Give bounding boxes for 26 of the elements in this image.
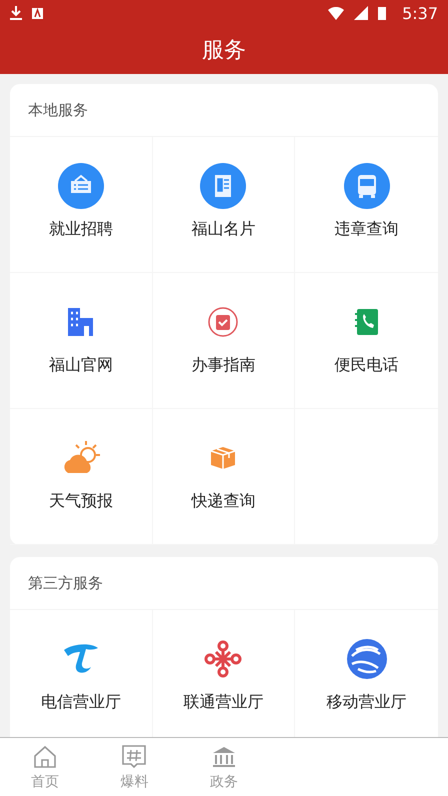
wifi-icon	[328, 6, 344, 20]
service-tile[interactable]: 违章查询	[334, 163, 399, 240]
section-title: 本地服务	[28, 100, 88, 120]
service-tile[interactable]: 天气预报	[48, 435, 113, 512]
battery-icon	[378, 6, 386, 20]
home-icon	[32, 744, 58, 770]
service-tile[interactable]: 就业招聘	[48, 163, 113, 240]
service-tile[interactable]: 便民电话	[334, 299, 399, 376]
newspaper-icon	[200, 163, 246, 209]
signal-icon	[354, 6, 368, 20]
app-notification-icon	[32, 8, 43, 18]
section-title: 第三方服务	[28, 574, 103, 592]
service-tile[interactable]: 快递查询	[191, 435, 256, 512]
bus-icon	[344, 163, 390, 209]
service-tile[interactable]: 联通营业厅	[183, 636, 264, 713]
service-tile[interactable]: 福山名片	[191, 163, 256, 240]
briefcase-icon	[58, 163, 104, 209]
download-icon	[10, 6, 22, 20]
service-tile[interactable]: 电信营业厅	[40, 636, 121, 713]
service-tile[interactable]: 福山官网	[48, 299, 113, 376]
clipboard-check-icon	[206, 305, 240, 339]
service-tile[interactable]: 移动营业厅	[326, 636, 407, 713]
page-title: 服务	[202, 37, 246, 65]
service-tile[interactable]: 办事指南	[191, 299, 256, 376]
hash-chat-icon	[121, 744, 148, 770]
clock-time: 5:37	[402, 4, 438, 22]
